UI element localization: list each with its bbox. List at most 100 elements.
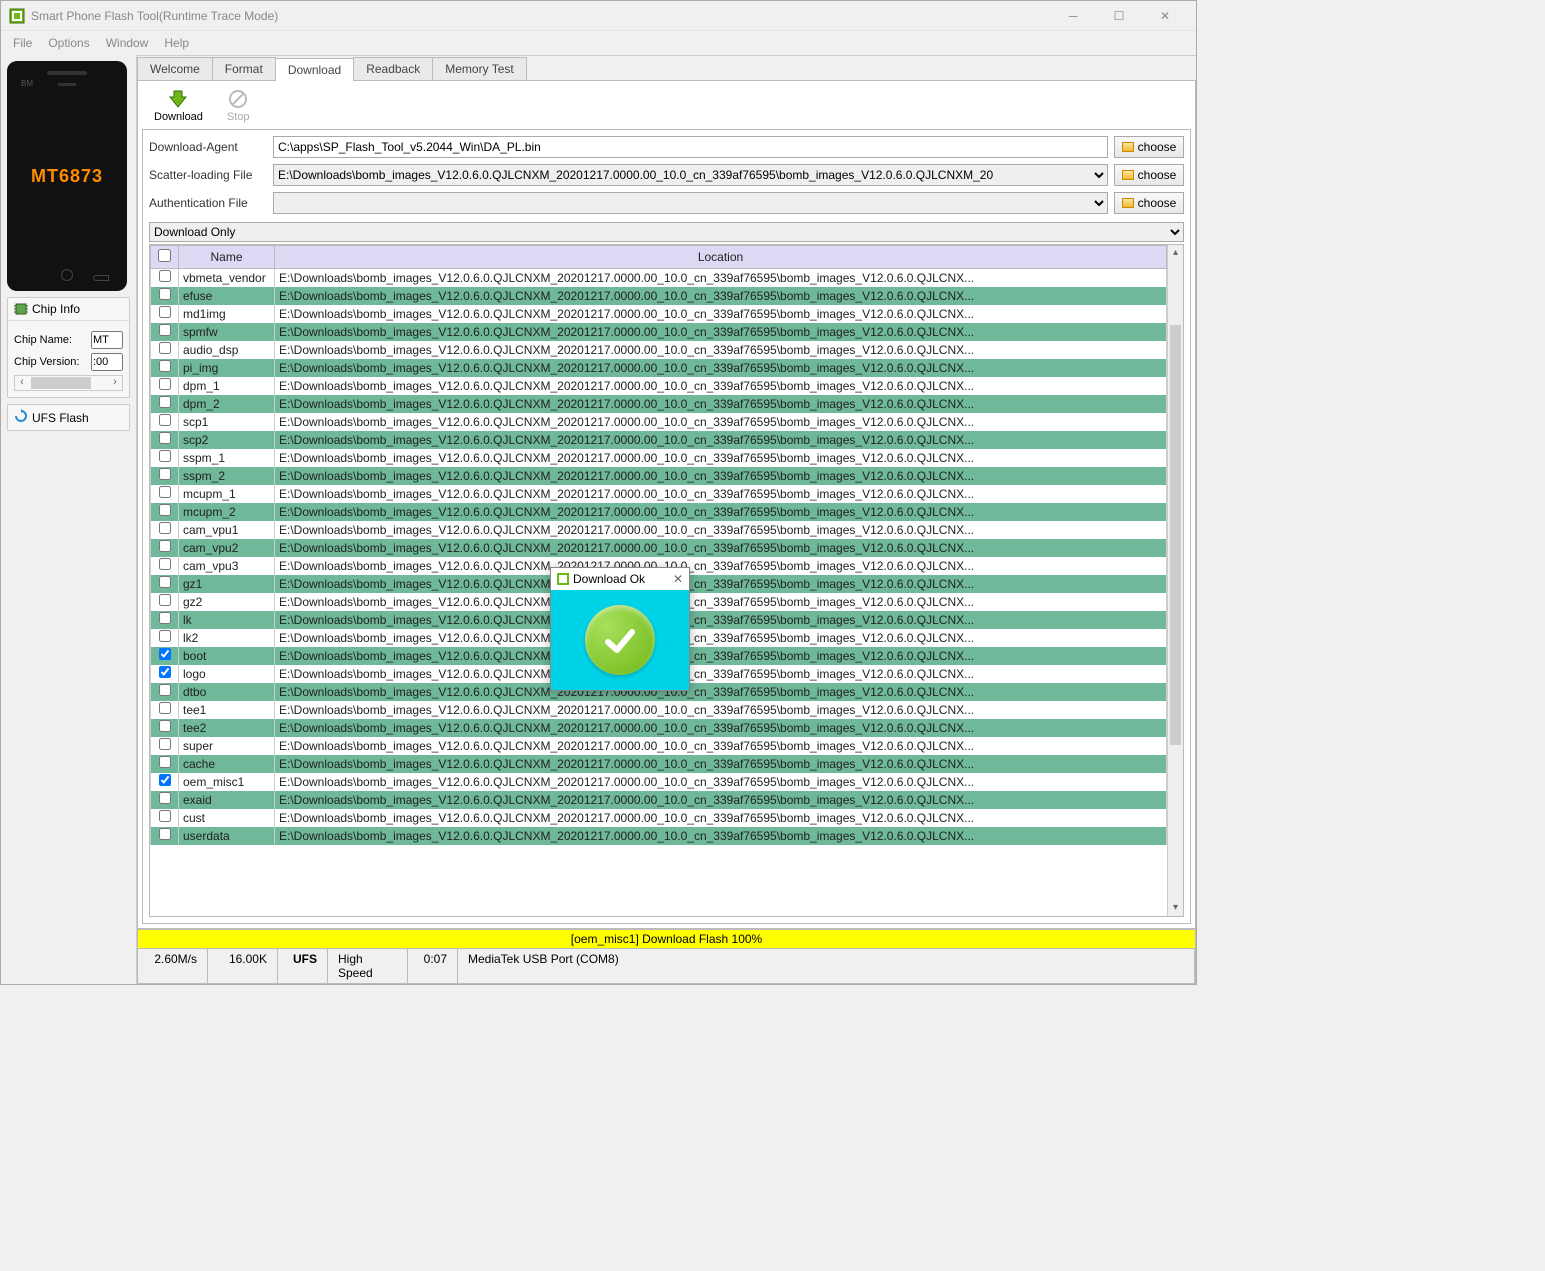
scroll-up-icon[interactable]: ▴	[1168, 245, 1183, 261]
row-checkbox[interactable]	[159, 612, 171, 624]
tab-welcome[interactable]: Welcome	[137, 57, 213, 80]
row-checkbox[interactable]	[159, 468, 171, 480]
table-row[interactable]: scp2E:\Downloads\bomb_images_V12.0.6.0.Q…	[151, 431, 1167, 449]
row-checkbox[interactable]	[159, 306, 171, 318]
table-row[interactable]: dpm_2E:\Downloads\bomb_images_V12.0.6.0.…	[151, 395, 1167, 413]
phone-bm-label: BM	[21, 79, 33, 88]
chip-name-field[interactable]	[91, 331, 123, 349]
row-checkbox[interactable]	[159, 594, 171, 606]
da-label: Download-Agent	[149, 140, 267, 154]
row-checkbox[interactable]	[159, 360, 171, 372]
table-row[interactable]: tee1E:\Downloads\bomb_images_V12.0.6.0.Q…	[151, 701, 1167, 719]
row-checkbox[interactable]	[159, 720, 171, 732]
stop-button[interactable]: Stop	[227, 89, 250, 123]
table-row[interactable]: vbmeta_vendorE:\Downloads\bomb_images_V1…	[151, 269, 1167, 287]
row-checkbox-cell	[151, 791, 179, 809]
table-row[interactable]: audio_dspE:\Downloads\bomb_images_V12.0.…	[151, 341, 1167, 359]
table-row[interactable]: exaidE:\Downloads\bomb_images_V12.0.6.0.…	[151, 791, 1167, 809]
row-checkbox[interactable]	[159, 792, 171, 804]
table-row[interactable]: cam_vpu1E:\Downloads\bomb_images_V12.0.6…	[151, 521, 1167, 539]
close-button[interactable]: ✕	[1142, 1, 1188, 30]
row-checkbox[interactable]	[159, 450, 171, 462]
scatter-field[interactable]: E:\Downloads\bomb_images_V12.0.6.0.QJLCN…	[273, 164, 1108, 186]
row-checkbox[interactable]	[159, 576, 171, 588]
row-checkbox[interactable]	[159, 648, 171, 660]
menu-help[interactable]: Help	[156, 33, 197, 53]
tab-memory-test[interactable]: Memory Test	[432, 57, 526, 80]
row-checkbox[interactable]	[159, 810, 171, 822]
da-choose-button[interactable]: choose	[1114, 136, 1184, 158]
menu-window[interactable]: Window	[98, 33, 157, 53]
row-checkbox[interactable]	[159, 684, 171, 696]
row-checkbox[interactable]	[159, 324, 171, 336]
row-location: E:\Downloads\bomb_images_V12.0.6.0.QJLCN…	[275, 629, 1167, 647]
scroll-thumb[interactable]	[31, 377, 91, 389]
row-checkbox[interactable]	[159, 558, 171, 570]
row-location: E:\Downloads\bomb_images_V12.0.6.0.QJLCN…	[275, 413, 1167, 431]
tab-format[interactable]: Format	[212, 57, 276, 80]
row-checkbox[interactable]	[159, 396, 171, 408]
row-checkbox[interactable]	[159, 630, 171, 642]
auth-choose-button[interactable]: choose	[1114, 192, 1184, 214]
row-checkbox[interactable]	[159, 342, 171, 354]
partition-table: Name Location vbmeta_vendorE:\Downloads\…	[149, 244, 1184, 917]
menu-options[interactable]: Options	[40, 33, 97, 53]
scroll-down-icon[interactable]: ▾	[1168, 900, 1183, 916]
table-row[interactable]: efuseE:\Downloads\bomb_images_V12.0.6.0.…	[151, 287, 1167, 305]
download-mode-select[interactable]: Download Only	[149, 222, 1184, 242]
table-row[interactable]: mcupm_1E:\Downloads\bomb_images_V12.0.6.…	[151, 485, 1167, 503]
row-checkbox[interactable]	[159, 522, 171, 534]
download-button[interactable]: Download	[154, 89, 203, 123]
ufs-flash-item[interactable]: UFS Flash	[7, 404, 130, 431]
scroll-right-icon[interactable]: ›	[108, 376, 122, 390]
menu-file[interactable]: File	[5, 33, 40, 53]
tab-download[interactable]: Download	[275, 58, 354, 81]
table-row[interactable]: sspm_1E:\Downloads\bomb_images_V12.0.6.0…	[151, 449, 1167, 467]
maximize-button[interactable]: ☐	[1096, 1, 1142, 30]
row-checkbox[interactable]	[159, 828, 171, 840]
dialog-close-button[interactable]: ✕	[673, 572, 683, 586]
table-row[interactable]: userdataE:\Downloads\bomb_images_V12.0.6…	[151, 827, 1167, 845]
row-checkbox[interactable]	[159, 432, 171, 444]
table-row[interactable]: cam_vpu2E:\Downloads\bomb_images_V12.0.6…	[151, 539, 1167, 557]
table-row[interactable]: scp1E:\Downloads\bomb_images_V12.0.6.0.Q…	[151, 413, 1167, 431]
row-checkbox[interactable]	[159, 540, 171, 552]
minimize-button[interactable]: ─	[1050, 1, 1096, 30]
scroll-thumb[interactable]	[1170, 325, 1181, 745]
row-checkbox[interactable]	[159, 738, 171, 750]
row-checkbox[interactable]	[159, 270, 171, 282]
scroll-left-icon[interactable]: ‹	[15, 376, 29, 390]
row-location: E:\Downloads\bomb_images_V12.0.6.0.QJLCN…	[275, 575, 1167, 593]
table-row[interactable]: cacheE:\Downloads\bomb_images_V12.0.6.0.…	[151, 755, 1167, 773]
table-row[interactable]: mcupm_2E:\Downloads\bomb_images_V12.0.6.…	[151, 503, 1167, 521]
header-name[interactable]: Name	[179, 246, 275, 269]
row-checkbox[interactable]	[159, 702, 171, 714]
table-row[interactable]: sspm_2E:\Downloads\bomb_images_V12.0.6.0…	[151, 467, 1167, 485]
table-row[interactable]: md1imgE:\Downloads\bomb_images_V12.0.6.0…	[151, 305, 1167, 323]
auth-field[interactable]	[273, 192, 1108, 214]
table-vscrollbar[interactable]: ▴ ▾	[1167, 245, 1183, 916]
header-location[interactable]: Location	[275, 246, 1167, 269]
table-row[interactable]: spmfwE:\Downloads\bomb_images_V12.0.6.0.…	[151, 323, 1167, 341]
row-checkbox[interactable]	[159, 414, 171, 426]
da-field[interactable]	[273, 136, 1108, 158]
row-checkbox[interactable]	[159, 288, 171, 300]
row-checkbox[interactable]	[159, 666, 171, 678]
table-row[interactable]: superE:\Downloads\bomb_images_V12.0.6.0.…	[151, 737, 1167, 755]
row-checkbox[interactable]	[159, 504, 171, 516]
row-checkbox-cell	[151, 269, 179, 287]
chip-info-scrollbar[interactable]: ‹ ›	[14, 375, 123, 391]
table-row[interactable]: custE:\Downloads\bomb_images_V12.0.6.0.Q…	[151, 809, 1167, 827]
row-checkbox[interactable]	[159, 486, 171, 498]
table-row[interactable]: oem_misc1E:\Downloads\bomb_images_V12.0.…	[151, 773, 1167, 791]
row-checkbox[interactable]	[159, 774, 171, 786]
table-row[interactable]: tee2E:\Downloads\bomb_images_V12.0.6.0.Q…	[151, 719, 1167, 737]
scatter-choose-button[interactable]: choose	[1114, 164, 1184, 186]
chip-version-field[interactable]	[91, 353, 123, 371]
header-checkbox[interactable]	[158, 249, 171, 262]
tab-readback[interactable]: Readback	[353, 57, 433, 80]
row-checkbox[interactable]	[159, 756, 171, 768]
table-row[interactable]: dpm_1E:\Downloads\bomb_images_V12.0.6.0.…	[151, 377, 1167, 395]
table-row[interactable]: pi_imgE:\Downloads\bomb_images_V12.0.6.0…	[151, 359, 1167, 377]
row-checkbox[interactable]	[159, 378, 171, 390]
